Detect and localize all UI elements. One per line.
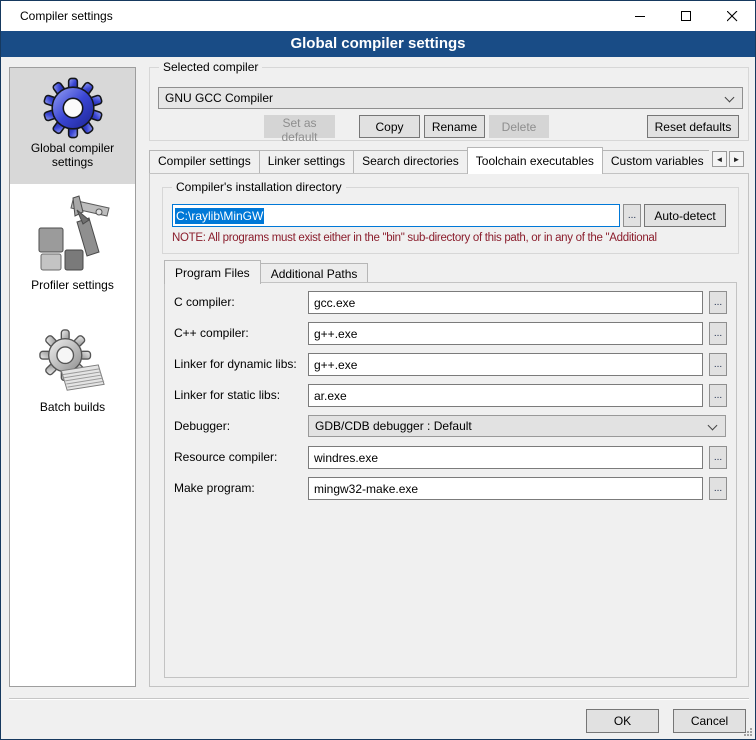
sidebar-item-label: Batch builds <box>10 398 135 414</box>
reset-defaults-button[interactable]: Reset defaults <box>647 115 739 138</box>
copy-button[interactable]: Copy <box>359 115 420 138</box>
make-program-input[interactable] <box>308 477 703 500</box>
chevron-down-icon <box>725 93 735 103</box>
field-row-static-linker: Linker for static libs: ... <box>165 384 736 407</box>
debugger-select[interactable]: GDB/CDB debugger : Default <box>308 415 726 437</box>
field-label: Debugger: <box>174 419 230 433</box>
toolchain-executables-page: Compiler's installation directory C:\ray… <box>149 173 749 687</box>
browse-dynamic-linker-button[interactable]: ... <box>709 353 727 376</box>
field-label: Linker for static libs: <box>174 388 280 402</box>
cpp-compiler-input[interactable] <box>308 322 703 345</box>
program-files-tab-bar: Program Files Additional Paths <box>164 259 739 282</box>
selected-text: C:\raylib\MinGW <box>175 208 264 224</box>
auto-detect-button[interactable]: Auto-detect <box>644 204 726 227</box>
field-label: C compiler: <box>174 295 235 309</box>
browse-directory-button[interactable]: ... <box>623 204 641 227</box>
sidebar-item-label: Global compiler settings <box>10 139 135 169</box>
selected-compiler-group: Selected compiler GNU GCC Compiler Set a… <box>149 67 749 141</box>
sidebar-item-label: Profiler settings <box>10 276 135 292</box>
tab-scroll-right-button[interactable]: ► <box>729 151 744 167</box>
field-label: Linker for dynamic libs: <box>174 357 297 371</box>
blue-gear-icon <box>42 77 104 139</box>
compiler-select[interactable]: GNU GCC Compiler <box>158 87 743 109</box>
browse-static-linker-button[interactable]: ... <box>709 384 727 407</box>
static-linker-input[interactable] <box>308 384 703 407</box>
installation-directory-group-label: Compiler's installation directory <box>172 180 346 194</box>
settings-tab-bar: Compiler settings Linker settings Search… <box>149 147 749 174</box>
browse-resource-compiler-button[interactable]: ... <box>709 446 727 469</box>
maximize-button[interactable] <box>663 1 709 31</box>
tab-program-files[interactable]: Program Files <box>164 260 261 284</box>
sidebar-item-batch-builds[interactable]: Batch builds <box>10 320 135 424</box>
delete-button[interactable]: Delete <box>489 115 549 138</box>
tab-linker-settings[interactable]: Linker settings <box>259 150 354 173</box>
ok-button[interactable]: OK <box>586 709 659 733</box>
note-text: NOTE: All programs must exist either in … <box>172 232 734 244</box>
settings-category-list: Global compiler settings Profiler settin… <box>9 67 136 687</box>
resize-grip[interactable] <box>743 727 753 737</box>
sidebar-item-profiler-settings[interactable]: Profiler settings <box>10 190 135 300</box>
resource-compiler-input[interactable] <box>308 446 703 469</box>
footer-divider <box>9 698 749 699</box>
sidebar-item-global-compiler-settings[interactable]: Global compiler settings <box>10 68 135 184</box>
field-row-cpp-compiler: C++ compiler: ... <box>165 322 736 345</box>
field-label: C++ compiler: <box>174 326 249 340</box>
tab-search-directories[interactable]: Search directories <box>353 150 468 173</box>
close-button[interactable] <box>709 1 755 31</box>
tab-compiler-settings[interactable]: Compiler settings <box>149 150 260 173</box>
program-files-panel: C compiler: ... C++ compiler: ... Linker… <box>164 282 737 678</box>
field-row-debugger: Debugger: GDB/CDB debugger : Default <box>165 415 736 438</box>
tab-toolchain-executables[interactable]: Toolchain executables <box>467 147 603 174</box>
title-bar[interactable]: Compiler settings <box>1 1 755 31</box>
field-row-c-compiler: C compiler: ... <box>165 291 736 314</box>
field-row-resource-compiler: Resource compiler: ... <box>165 446 736 469</box>
caliper-icon <box>33 192 113 276</box>
debugger-select-value: GDB/CDB debugger : Default <box>315 419 472 433</box>
tab-scroll-left-button[interactable]: ◄ <box>712 151 727 167</box>
field-row-dynamic-linker: Linker for dynamic libs: ... <box>165 353 736 376</box>
cancel-button[interactable]: Cancel <box>673 709 746 733</box>
close-icon <box>727 11 738 22</box>
tab-strip: Compiler settings Linker settings Search… <box>149 147 709 174</box>
gear-stack-icon <box>38 328 108 398</box>
selected-compiler-group-label: Selected compiler <box>159 60 262 74</box>
field-label: Make program: <box>174 481 255 495</box>
minimize-icon <box>635 11 646 22</box>
maximize-icon <box>681 11 692 22</box>
page-title: Global compiler settings <box>1 31 755 57</box>
compiler-settings-dialog: Compiler settings Global compiler settin… <box>0 0 756 740</box>
installation-directory-input[interactable]: C:\raylib\MinGW <box>172 204 620 227</box>
field-label: Resource compiler: <box>174 450 277 464</box>
rename-button[interactable]: Rename <box>424 115 485 138</box>
browse-c-compiler-button[interactable]: ... <box>709 291 727 314</box>
window-title: Compiler settings <box>20 1 113 31</box>
compiler-select-value: GNU GCC Compiler <box>165 91 273 105</box>
dynamic-linker-input[interactable] <box>308 353 703 376</box>
tab-additional-paths[interactable]: Additional Paths <box>260 263 369 283</box>
field-row-make-program: Make program: ... <box>165 477 736 500</box>
sub-tab-strip: Program Files Additional Paths <box>164 259 368 283</box>
set-as-default-button[interactable]: Set as default <box>264 115 335 138</box>
installation-directory-group: Compiler's installation directory C:\ray… <box>162 187 739 254</box>
browse-cpp-compiler-button[interactable]: ... <box>709 322 727 345</box>
chevron-down-icon <box>708 421 718 431</box>
tab-custom-variables[interactable]: Custom variables <box>602 150 709 173</box>
browse-make-program-button[interactable]: ... <box>709 477 727 500</box>
minimize-button[interactable] <box>617 1 663 31</box>
c-compiler-input[interactable] <box>308 291 703 314</box>
